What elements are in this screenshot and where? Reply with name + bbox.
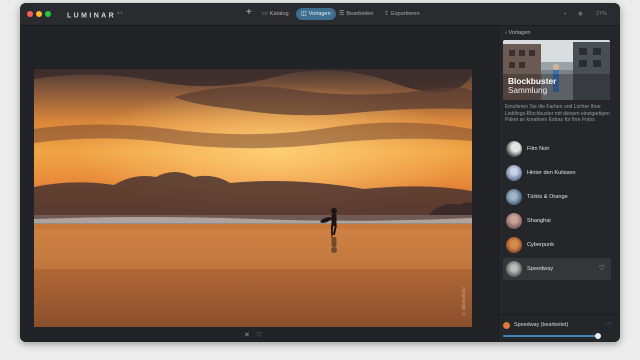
look-label: Speedway (527, 266, 554, 272)
applied-look-footer: Speedway (bearbeitet) ··· (499, 314, 620, 342)
look-thumbnail (506, 261, 522, 277)
look-label: Hinter den Kulissen (527, 170, 576, 176)
look-label: Shanghai (527, 218, 551, 224)
look-item-tuerkis-orange[interactable]: Türkis & Orange (503, 186, 611, 208)
close-icon[interactable]: ✕ (244, 332, 250, 340)
sliders-icon: ☰ (339, 11, 345, 17)
collection-subtitle: Sammlung (508, 86, 548, 95)
look-thumbnail (506, 141, 522, 157)
photo-watermark: © skitterphoto (461, 287, 466, 317)
look-label: Cyberpunk (527, 242, 555, 248)
sunset-photo (34, 69, 472, 327)
applied-look-thumbnail (503, 322, 510, 329)
slider-knob[interactable] (595, 333, 601, 339)
look-item-speedway[interactable]: Speedway ♡ (503, 258, 611, 280)
tab-katalog[interactable]: ▭ Katalog (257, 8, 294, 20)
look-label: Film Noir (527, 146, 550, 152)
tab-label: Exportieren (391, 11, 420, 17)
app-window: LUMINAR4.1 + ▭ Katalog ◫ Vorlagen ☰ Bearbei… (20, 3, 620, 342)
maximize-window-button[interactable] (45, 11, 51, 17)
tab-label: Bearbeiten (346, 11, 374, 17)
tab-vorlagen[interactable]: ◫ Vorlagen (296, 8, 336, 20)
compare-icon[interactable]: ◐ (564, 9, 567, 19)
back-button[interactable]: ‹ Vorlagen (505, 29, 531, 38)
look-thumbnail (506, 213, 522, 229)
look-thumbnail (506, 237, 522, 253)
eye-icon[interactable]: ◉ (578, 9, 583, 19)
collection-banner: Blockbuster Sammlung (503, 40, 610, 100)
look-item-film-noir[interactable]: Film Noir (503, 138, 611, 160)
photo-preview[interactable]: © skitterphoto (34, 69, 472, 327)
title-bar: LUMINAR4.1 + ▭ Katalog ◫ Vorlagen ☰ Bearbei… (20, 3, 620, 26)
look-label: Türkis & Orange (527, 194, 568, 200)
looks-panel: ‹ Vorlagen Blockbuster Sammlung Emuliere… (498, 26, 620, 342)
tab-bearbeiten[interactable]: ☰ Bearbeiten (334, 8, 378, 20)
look-item-hinter-den-kulissen[interactable]: Hinter den Kulissen (503, 162, 611, 184)
look-item-shanghai[interactable]: Shanghai (503, 210, 611, 232)
app-logo: LUMINAR4.1 (67, 10, 123, 19)
more-options-icon[interactable]: ··· (605, 319, 612, 328)
look-item-cyberpunk[interactable]: Cyberpunk (503, 234, 611, 256)
look-thumbnail (506, 189, 522, 205)
applied-look-label: Speedway (bearbeitet) (514, 322, 569, 328)
collection-description: Emulieren Sie die Farben und Lichter Ihr… (505, 104, 610, 124)
add-photos-button[interactable]: + (246, 8, 252, 18)
collection-title: Blockbuster (508, 76, 557, 86)
catalog-icon: ▭ (262, 11, 268, 17)
image-canvas: © skitterphoto ✕ ♡ (20, 26, 498, 342)
app-version: 4.1 (117, 10, 123, 15)
chevron-left-icon: ‹ (505, 30, 507, 36)
look-amount-slider[interactable] (503, 333, 601, 339)
minimize-window-button[interactable] (36, 11, 42, 17)
share-icon: ⇪ (384, 11, 390, 17)
app-name: LUMINAR (67, 12, 117, 20)
tab-label: Katalog (269, 11, 289, 17)
heart-icon[interactable]: ♡ (256, 332, 262, 340)
favorite-heart-icon[interactable]: ♡ (599, 264, 605, 274)
back-label: Vorlagen (508, 30, 531, 36)
slider-fill (503, 335, 601, 337)
tab-label: Vorlagen (308, 11, 331, 17)
close-window-button[interactable] (27, 11, 33, 17)
zoom-level[interactable]: 27% (596, 9, 607, 19)
templates-icon: ◫ (301, 11, 307, 17)
look-thumbnail (506, 165, 522, 181)
tab-exportieren[interactable]: ⇪ Exportieren (379, 8, 425, 20)
